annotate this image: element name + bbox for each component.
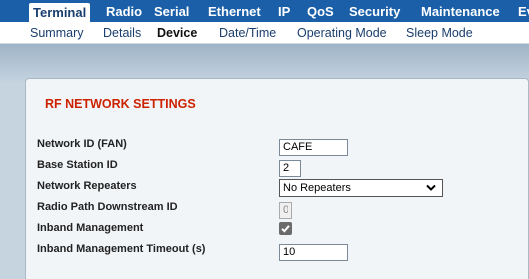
sub-nav: Summary Details Device Date/Time Operati… xyxy=(0,22,529,44)
row-base-station-id: Base Station ID xyxy=(26,156,529,177)
subtab-details[interactable]: Details xyxy=(103,22,141,44)
chevron-down-icon xyxy=(426,184,436,191)
checkmark-icon xyxy=(281,225,290,233)
network-repeaters-select[interactable]: No Repeaters xyxy=(279,179,443,197)
top-nav: Terminal Radio Serial Ethernet IP QoS Se… xyxy=(0,0,529,22)
tab-ethernet[interactable]: Ethernet xyxy=(204,0,265,22)
radio-path-downstream-id-label: Radio Path Downstream ID xyxy=(37,201,178,213)
row-inband-management-timeout: Inband Management Timeout (s) xyxy=(26,240,529,261)
rf-network-settings-panel: RF NETWORK SETTINGS Network ID (FAN) Bas… xyxy=(25,78,529,279)
network-repeaters-label: Network Repeaters xyxy=(37,180,137,192)
tab-serial[interactable]: Serial xyxy=(150,0,193,22)
subtab-summary[interactable]: Summary xyxy=(30,22,83,44)
base-station-id-label: Base Station ID xyxy=(37,159,118,171)
inband-management-timeout-label: Inband Management Timeout (s) xyxy=(37,243,206,255)
tab-radio[interactable]: Radio xyxy=(102,0,146,22)
tab-terminal[interactable]: Terminal xyxy=(29,3,91,22)
section-title: RF NETWORK SETTINGS xyxy=(45,97,196,111)
tab-ip[interactable]: IP xyxy=(274,0,294,22)
tab-qos[interactable]: QoS xyxy=(303,0,338,22)
subtab-sleep-mode[interactable]: Sleep Mode xyxy=(406,22,473,44)
subtab-operating-mode[interactable]: Operating Mode xyxy=(297,22,387,44)
subtab-device[interactable]: Device xyxy=(157,22,197,44)
row-radio-path-downstream-id: Radio Path Downstream ID xyxy=(26,198,529,219)
row-inband-management: Inband Management xyxy=(26,219,529,240)
tab-maintenance[interactable]: Maintenance xyxy=(417,0,504,22)
tab-security[interactable]: Security xyxy=(345,0,404,22)
base-station-id-input[interactable] xyxy=(279,159,301,177)
network-repeaters-selected: No Repeaters xyxy=(283,182,351,194)
subtab-date-time[interactable]: Date/Time xyxy=(219,22,276,44)
network-id-input[interactable] xyxy=(279,138,348,156)
radio-path-downstream-id-input xyxy=(279,201,292,219)
inband-management-label: Inband Management xyxy=(37,222,144,234)
inband-management-timeout-input[interactable] xyxy=(279,243,348,261)
tab-events[interactable]: Ev xyxy=(514,0,529,22)
network-id-label: Network ID (FAN) xyxy=(37,138,127,150)
inband-management-checkbox[interactable] xyxy=(279,222,292,235)
row-network-id: Network ID (FAN) xyxy=(26,135,529,156)
row-network-repeaters: Network Repeaters No Repeaters xyxy=(26,177,529,198)
